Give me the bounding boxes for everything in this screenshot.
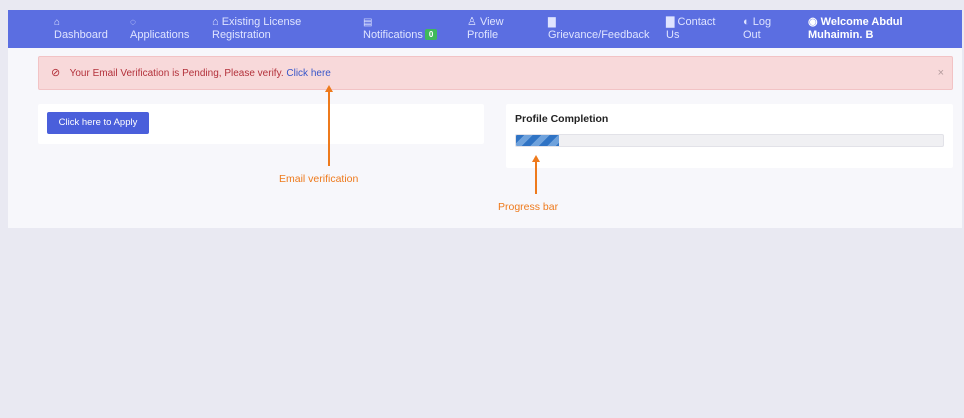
nav-existing-license-line1: Existing License <box>221 16 302 28</box>
nav-view-profile[interactable]: ♙ View Profile <box>467 16 504 42</box>
apply-card: Click here to Apply <box>38 104 484 144</box>
progress-annotation-arrow <box>535 161 537 194</box>
nav-view-profile-line1: View <box>479 16 504 28</box>
home-icon: ⌂ <box>54 17 61 28</box>
nav-view-profile-line2: Profile <box>467 29 499 41</box>
alert-message: Your Email Verification is Pending, Plea… <box>69 68 284 79</box>
nav-dashboard[interactable]: ⌂ Dashboard <box>54 16 108 42</box>
nav-notifications-label: Notifications <box>363 29 423 41</box>
nav-grievance[interactable]: ▇ Grievance/Feedback <box>548 16 650 42</box>
nav-existing-license[interactable]: ⌂ Existing License Registration <box>212 16 301 42</box>
nav-contact[interactable]: ▇ Contact Us <box>666 16 715 42</box>
profile-progress-bar <box>515 134 944 147</box>
main-content: ⊘ Your Email Verification is Pending, Pl… <box>8 48 962 228</box>
nav-contact-line1: Contact <box>677 16 716 28</box>
email-annotation-arrow <box>328 91 330 166</box>
apply-button[interactable]: Click here to Apply <box>47 112 149 134</box>
user-circle-icon: ◉ <box>808 16 818 28</box>
notification-count-badge: 0 <box>424 29 438 40</box>
profile-progress-fill <box>516 135 559 146</box>
nav-applications[interactable]: ◌ Applications <box>130 16 189 42</box>
document-icon: ▇ <box>666 16 675 28</box>
top-navbar: ⌂ Dashboard ◌ Applications ⌂ Existing Li… <box>8 10 962 48</box>
email-verification-alert: ⊘ Your Email Verification is Pending, Pl… <box>38 56 953 90</box>
nav-logout-line2: Out <box>743 29 761 41</box>
profile-completion-title: Profile Completion <box>515 113 609 125</box>
nav-grievance-label: Grievance/Feedback <box>548 29 650 41</box>
nav-notifications[interactable]: ▤ Notifications 0 <box>363 16 438 42</box>
calendar-icon: ▤ <box>363 17 373 28</box>
welcome-line2: Muhaimin. B <box>808 29 874 41</box>
email-verification-annotation: Email verification <box>279 173 359 185</box>
user-icon: ♙ <box>467 16 477 28</box>
welcome-line1: Welcome Abdul <box>820 16 903 28</box>
nav-contact-line2: Us <box>666 29 680 41</box>
nav-dashboard-label: Dashboard <box>54 29 108 41</box>
nav-applications-label: Applications <box>130 29 190 41</box>
progress-bar-annotation: Progress bar <box>498 201 559 213</box>
app-frame: ⌂ Dashboard ◌ Applications ⌂ Existing Li… <box>8 10 962 418</box>
document-icon: ▇ <box>548 17 556 28</box>
building-icon: ⌂ <box>212 16 219 28</box>
tag-icon: ◌ <box>130 17 136 28</box>
nav-welcome-user[interactable]: ◉ Welcome Abdul Muhaimin. B <box>808 16 903 42</box>
power-icon: ◐ <box>743 16 750 28</box>
ban-icon: ⊘ <box>51 67 61 79</box>
verify-email-link[interactable]: Click here <box>286 68 330 79</box>
close-icon[interactable]: × <box>938 57 944 89</box>
nav-existing-license-line2: Registration <box>212 29 271 41</box>
nav-logout-line1: Log <box>752 16 772 28</box>
nav-logout[interactable]: ◐ Log Out <box>743 16 771 42</box>
profile-completion-card: Profile Completion <box>506 104 953 168</box>
